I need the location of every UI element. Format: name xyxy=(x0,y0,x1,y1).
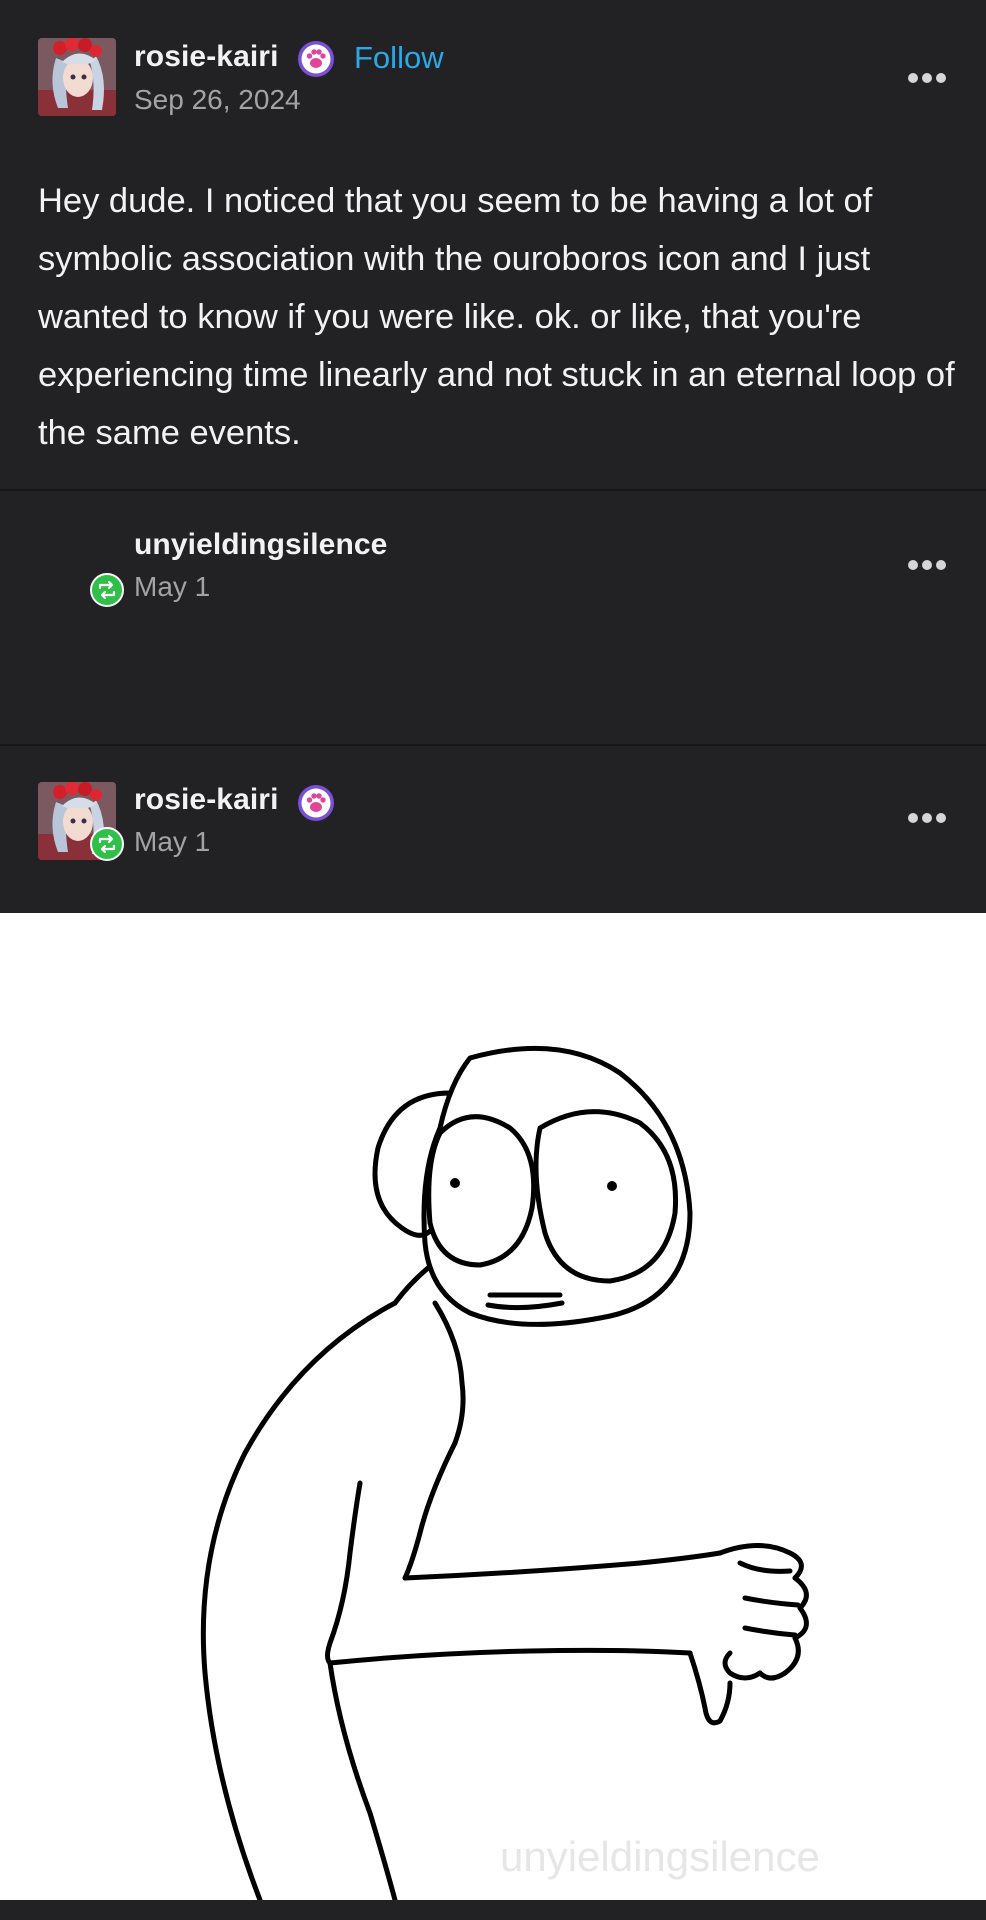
bottom-bar xyxy=(0,1900,986,1920)
reblog-icon xyxy=(90,573,124,607)
reblog-entry: rosie-kairi May 1 xyxy=(0,746,986,913)
follow-button[interactable]: Follow xyxy=(354,40,444,76)
post-date: Sep 26, 2024 xyxy=(134,84,301,115)
original-post: rosie-kairi Follow Sep 26, 2024 Hey dude… xyxy=(0,0,986,490)
reblog-username[interactable]: rosie-kairi xyxy=(134,783,279,817)
reblog-entry: unyieldingsilence May 1 xyxy=(0,491,986,744)
post-author-username[interactable]: rosie-kairi xyxy=(134,40,279,74)
post-image[interactable]: unyieldingsilence xyxy=(0,913,986,1900)
avatar-image xyxy=(38,38,116,116)
tumblr-post-thread: rosie-kairi Follow Sep 26, 2024 Hey dude… xyxy=(0,0,986,1920)
image-watermark: unyieldingsilence xyxy=(500,1833,820,1880)
post-body-text: Hey dude. I noticed that you seem to be … xyxy=(38,182,955,452)
more-options-icon[interactable] xyxy=(906,811,948,825)
more-options-icon[interactable] xyxy=(906,71,948,85)
more-options-icon[interactable] xyxy=(906,558,948,572)
avatar[interactable] xyxy=(38,38,116,116)
stick-figure-drawing: unyieldingsilence xyxy=(200,1045,820,1900)
paw-badge-icon xyxy=(297,40,335,78)
paw-badge-icon xyxy=(297,784,335,822)
reblog-icon xyxy=(90,827,124,861)
reblog-date: May 1 xyxy=(134,826,211,857)
reblog-username[interactable]: unyieldingsilence xyxy=(134,528,387,562)
reblog-date: May 1 xyxy=(134,571,211,602)
